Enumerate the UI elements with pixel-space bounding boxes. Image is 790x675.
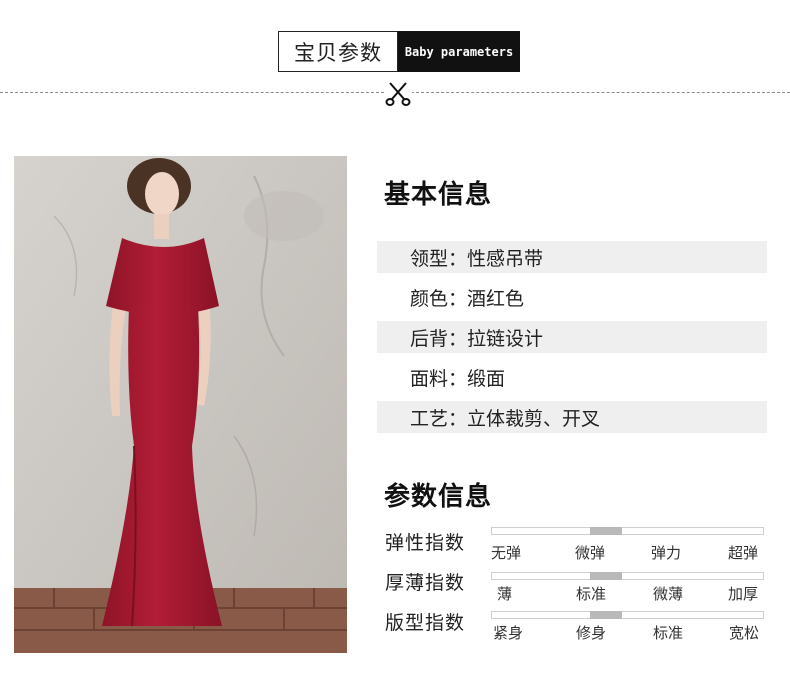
scissors-icon: [384, 80, 412, 108]
product-photo: [14, 156, 347, 653]
param-label-elasticity: 弹性指数: [385, 532, 466, 554]
info-value: 酒红色: [467, 287, 525, 310]
info-row-color: 颜色： 酒红色: [377, 281, 767, 313]
basic-info-title: 基本信息: [384, 180, 493, 210]
info-value: 缎面: [467, 367, 506, 390]
param-scale-marker: [590, 611, 623, 619]
info-label: 领型：: [409, 247, 467, 270]
param-option: 超弹: [728, 544, 759, 562]
info-label: 颜色：: [409, 287, 467, 310]
info-row-back: 后背： 拉链设计: [377, 321, 767, 353]
param-info-title: 参数信息: [384, 482, 493, 512]
param-option: 弹力: [651, 544, 682, 562]
info-row-collar: 领型： 性感吊带: [377, 241, 767, 273]
info-label: 后背：: [409, 327, 467, 350]
param-option: 标准: [576, 585, 607, 603]
param-option: 加厚: [728, 585, 759, 603]
param-option: 紧身: [493, 624, 524, 642]
section-header: 宝贝参数 Baby parameters: [278, 31, 520, 72]
param-label-thickness: 厚薄指数: [385, 572, 466, 594]
param-option: 无弹: [491, 544, 522, 562]
info-value: 立体裁剪、开叉: [467, 407, 601, 430]
param-option: 薄: [497, 585, 513, 603]
param-scale-thickness: [491, 572, 764, 580]
info-value: 拉链设计: [467, 327, 544, 350]
param-scale-elasticity: [491, 527, 764, 535]
param-option: 微弹: [575, 544, 606, 562]
param-scale-marker: [590, 527, 623, 535]
param-option: 标准: [653, 624, 684, 642]
info-label: 工艺：: [409, 407, 467, 430]
param-option: 微薄: [653, 585, 684, 603]
info-label: 面料：: [409, 367, 467, 390]
header-title-en: Baby parameters: [398, 31, 520, 72]
param-option: 宽松: [729, 624, 760, 642]
info-row-fabric: 面料： 缎面: [377, 361, 767, 393]
param-option: 修身: [576, 624, 607, 642]
param-scale-fit: [491, 611, 764, 619]
header-title-cn: 宝贝参数: [278, 31, 398, 72]
param-scale-marker: [590, 572, 623, 580]
info-row-craft: 工艺： 立体裁剪、开叉: [377, 401, 767, 433]
info-value: 性感吊带: [467, 247, 544, 270]
param-label-fit: 版型指数: [385, 612, 466, 634]
